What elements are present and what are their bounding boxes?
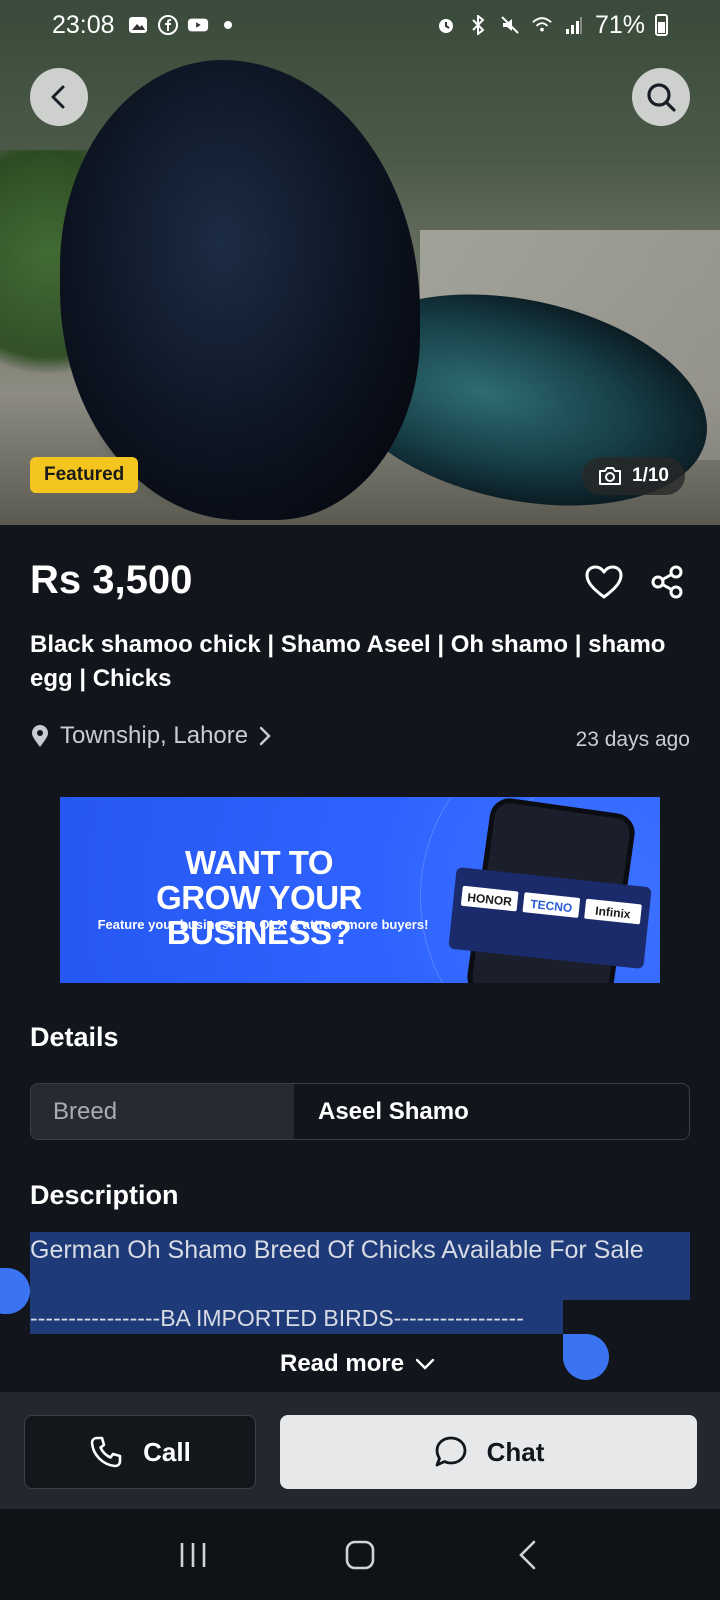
mute-icon: [499, 14, 521, 36]
chat-bubble-icon: [435, 1436, 467, 1467]
chat-label: Chat: [486, 1436, 545, 1467]
favorite-button[interactable]: [582, 560, 626, 604]
description-line[interactable]: -----------------BA IMPORTED BIRDS------…: [30, 1305, 524, 1332]
posted-date: 23 days ago: [575, 728, 690, 751]
phone-icon: [90, 1436, 122, 1468]
photo-bird-body: [60, 60, 420, 520]
recent-apps-button[interactable]: [163, 1525, 223, 1585]
listing-title: Black shamoo chick | Shamo Aseel | Oh sh…: [30, 631, 666, 692]
listing-price: Rs 3,500: [30, 558, 193, 602]
wifi-icon: [531, 14, 553, 36]
recent-apps-icon: [181, 1542, 206, 1567]
description-heading: Description: [30, 1180, 179, 1210]
detail-value: Aseel Shamo: [318, 1097, 469, 1125]
status-time: 23:08: [52, 10, 115, 39]
signal-icon: [563, 14, 585, 36]
home-button[interactable]: [330, 1525, 390, 1585]
chevron-left-icon: [51, 85, 65, 109]
search-icon: [647, 83, 676, 112]
selection-handle-end[interactable]: [563, 1334, 609, 1380]
listing-photo[interactable]: [0, 0, 720, 525]
share-icon: [651, 565, 683, 599]
description-line[interactable]: German Oh Shamo Breed Of Chicks Availabl…: [30, 1236, 644, 1265]
dot-icon: [217, 14, 239, 36]
system-back-button[interactable]: [497, 1525, 557, 1585]
youtube-icon: [187, 14, 209, 36]
call-button[interactable]: Call: [24, 1415, 256, 1489]
photo-counter-text: 1/10: [632, 465, 669, 486]
brand-logo: TECNO: [522, 892, 581, 918]
banner-subtext: Feature your business on OLX & attract m…: [97, 917, 429, 932]
search-button[interactable]: [632, 68, 690, 126]
read-more-label: Read more: [280, 1350, 405, 1377]
share-button[interactable]: [645, 560, 689, 604]
call-label: Call: [143, 1436, 191, 1467]
chevron-right-icon: [259, 726, 271, 746]
brand-logo: HONOR: [460, 885, 519, 912]
details-heading: Details: [30, 1022, 119, 1052]
banner-headline: WANT TO GROW YOUR BUSINESS?: [74, 845, 444, 950]
detail-key: Breed: [31, 1084, 294, 1139]
location-text: Township, Lahore: [60, 722, 249, 749]
chevron-down-icon: [415, 1358, 435, 1370]
chat-button[interactable]: Chat: [280, 1415, 697, 1489]
selection-handle-start[interactable]: [0, 1268, 30, 1314]
back-button[interactable]: [30, 68, 88, 126]
location-pin-icon: [32, 725, 48, 747]
featured-badge: Featured: [30, 457, 139, 493]
photo-counter[interactable]: 1/10: [582, 457, 685, 495]
camera-icon: [599, 467, 621, 485]
facebook-icon: [157, 14, 179, 36]
battery-icon: [655, 14, 668, 36]
status-left-icons: [127, 14, 239, 36]
gallery-icon: [127, 14, 149, 36]
alarm-icon: [435, 14, 457, 36]
location-link[interactable]: Township, Lahore: [30, 722, 272, 750]
bluetooth-icon: [467, 14, 489, 36]
banner-headline-line1: WANT TO: [184, 844, 334, 881]
status-right-icons: 71%: [435, 11, 668, 40]
system-nav-bar: [0, 1509, 720, 1600]
back-arrow-icon: [518, 1540, 535, 1569]
promo-banner[interactable]: WANT TO GROW YOUR BUSINESS? Feature your…: [60, 797, 660, 983]
home-icon: [345, 1540, 375, 1569]
heart-icon: [585, 565, 623, 599]
battery-percent: 71%: [594, 10, 645, 39]
details-table: Breed Aseel Shamo: [30, 1083, 690, 1140]
status-bar: 23:08 71%: [0, 0, 720, 50]
brand-logo: Infinix: [584, 898, 642, 925]
read-more-button[interactable]: Read more: [280, 1350, 436, 1378]
banner-headline-line2: GROW YOUR BUSINESS?: [156, 879, 362, 951]
